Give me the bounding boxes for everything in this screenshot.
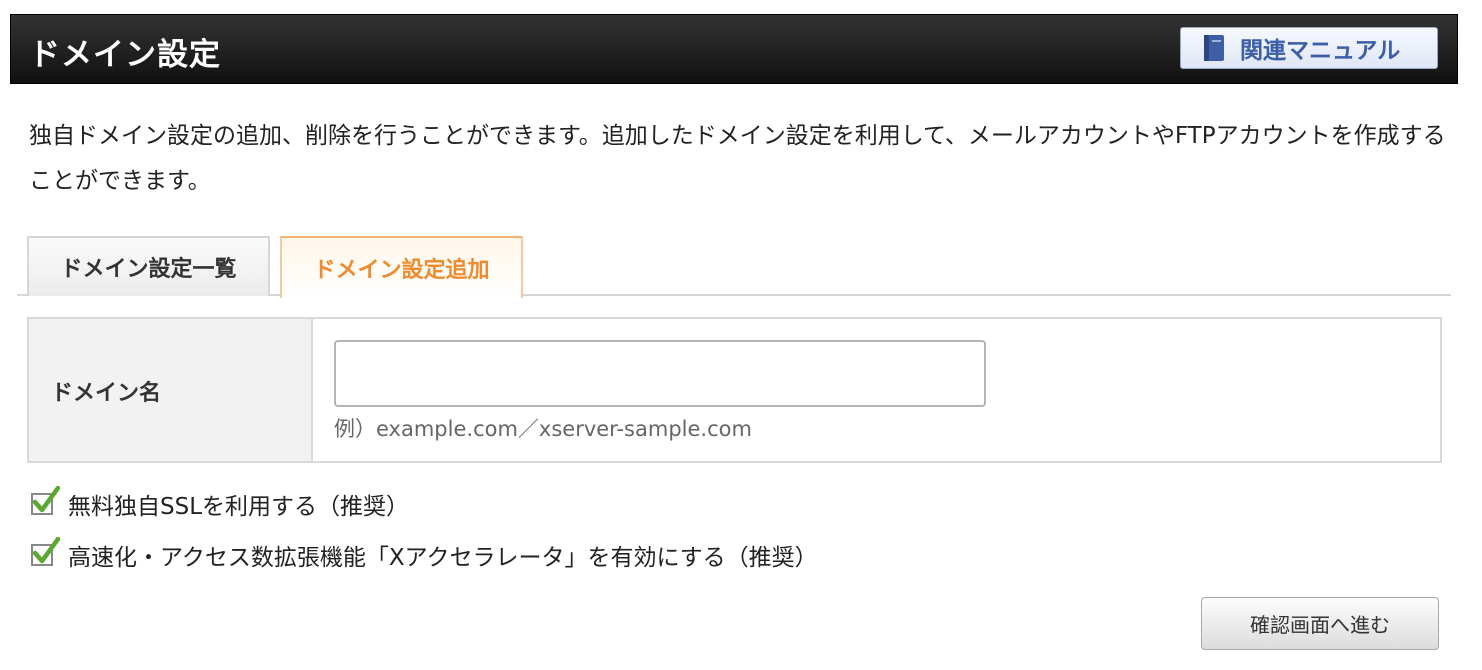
accelerator-option[interactable]: 高速化・アクセス数拡張機能「Xアクセラレータ」を有効にする（推奨） [31, 537, 818, 572]
book-icon [1202, 34, 1226, 62]
ssl-option-label: 無料独自SSLを利用する（推奨） [68, 494, 410, 520]
related-manual-button[interactable]: 関連マニュアル [1180, 27, 1438, 69]
page-title: ドメイン設定 [29, 37, 221, 73]
page-header: ドメイン設定 関連マニュアル [10, 14, 1458, 84]
domain-form-table: ドメイン名 例）example.com／xserver-sample.com [27, 317, 1442, 463]
domain-name-label: ドメイン名 [51, 381, 162, 406]
accelerator-option-label: 高速化・アクセス数拡張機能「Xアクセラレータ」を有効にする（推奨） [68, 545, 818, 571]
domain-hint: 例）example.com／xserver-sample.com [334, 417, 752, 441]
domain-name-input[interactable] [334, 340, 986, 407]
related-manual-label: 関連マニュアル [1240, 38, 1401, 64]
ssl-option[interactable]: 無料独自SSLを利用する（推奨） [31, 486, 410, 521]
check-icon [32, 537, 60, 564]
accelerator-checkbox[interactable] [31, 537, 60, 566]
check-icon [32, 486, 60, 513]
ssl-checkbox[interactable] [31, 486, 60, 515]
confirm-button[interactable]: 確認画面へ進む [1201, 597, 1439, 650]
page-description: 独自ドメイン設定の追加、削除を行うことができます。追加したドメイン設定を利用して… [29, 123, 1446, 194]
tab-domain-list[interactable]: ドメイン設定一覧 [27, 236, 270, 296]
tab-domain-add[interactable]: ドメイン設定追加 [280, 236, 523, 298]
domain-label-cell: ドメイン名 [29, 319, 313, 461]
